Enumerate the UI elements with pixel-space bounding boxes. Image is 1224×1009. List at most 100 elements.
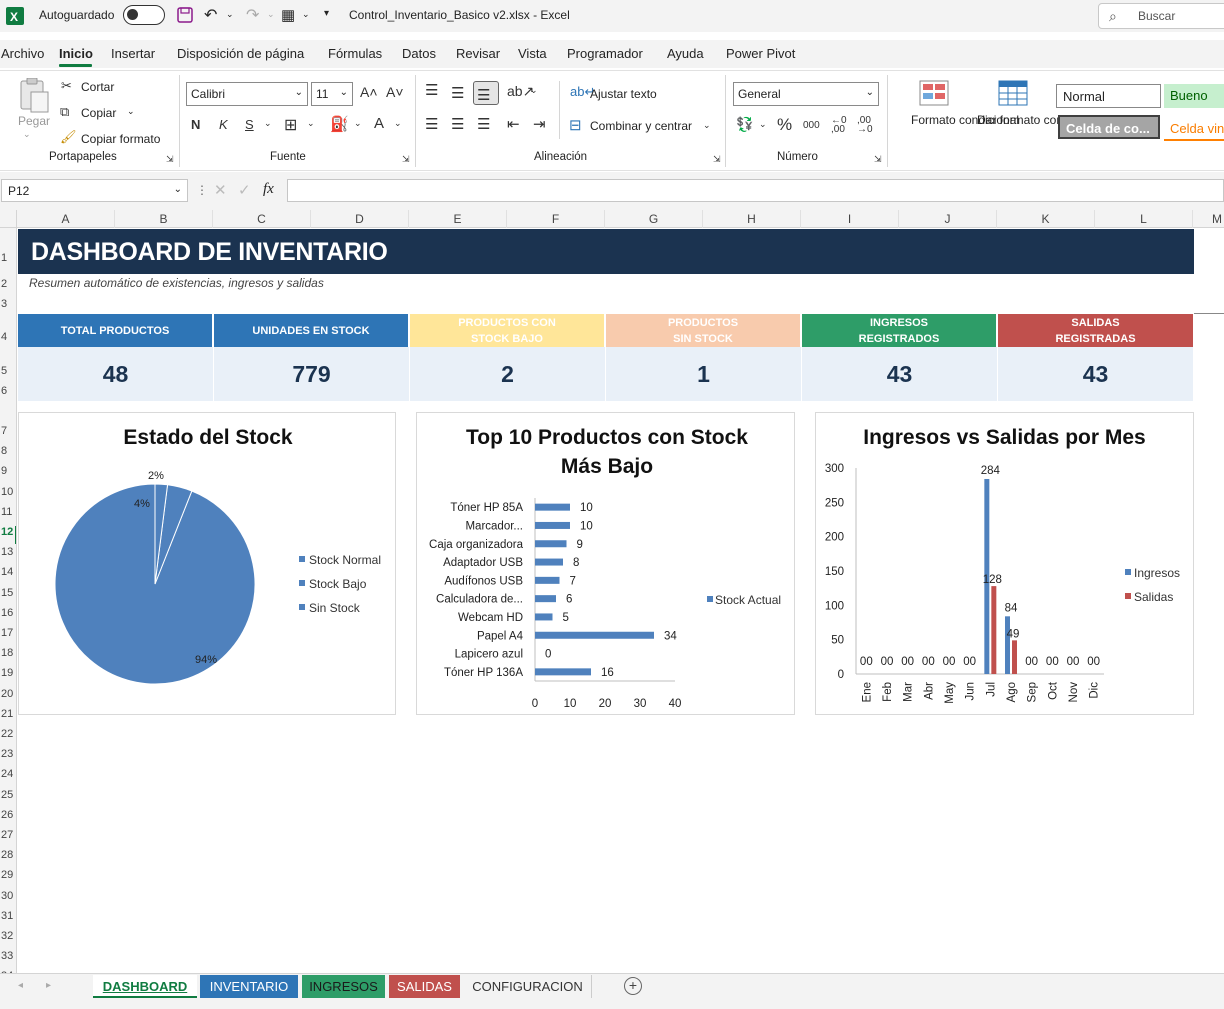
merge-center-icon[interactable]: ⊟ (569, 116, 582, 134)
percent-style-button[interactable]: % (777, 115, 792, 135)
row-header-19[interactable]: 19 (0, 667, 16, 685)
row-header-7[interactable]: 7 (0, 425, 16, 443)
select-all-button[interactable] (0, 210, 17, 228)
style-check-cell[interactable]: Celda de co... (1058, 115, 1160, 139)
undo-dropdown-icon[interactable]: ⌄ (226, 9, 234, 20)
decrease-decimal-icon[interactable]: ,00 →0 (857, 116, 873, 135)
format-as-table-icon[interactable] (998, 80, 1030, 106)
paste-dropdown-icon[interactable]: ⌄ (23, 129, 31, 140)
row-header-9[interactable]: 9 (0, 465, 16, 483)
increase-font-icon[interactable]: A˄ (360, 84, 378, 100)
comma-style-button[interactable]: 000 (803, 120, 820, 131)
decrease-font-icon[interactable]: A˅ (386, 84, 404, 100)
sheet-tab-configuracion[interactable]: CONFIGURACION (464, 975, 592, 998)
accounting-dropdown-icon[interactable]: ⌄ (759, 119, 767, 130)
font-size-combo[interactable]: 11 ⌄ (311, 82, 353, 106)
tab-disposicion[interactable]: Disposición de página (177, 46, 304, 61)
sheet-tab-ingresos[interactable]: INGRESOS (302, 975, 385, 998)
row-header-4[interactable]: 4 (0, 331, 16, 349)
more-icon[interactable]: ⋮ (196, 183, 208, 197)
orientation-dropdown-icon[interactable]: ⌄ (530, 85, 538, 96)
font-color-dropdown-icon[interactable]: ⌄ (394, 118, 402, 129)
accounting-format-icon[interactable]: 💱 (736, 116, 753, 133)
font-launcher-icon[interactable]: ⇲ (402, 154, 410, 165)
enter-icon[interactable]: ✓ (238, 181, 251, 199)
row-header-15[interactable]: 15 (0, 587, 16, 605)
row-header-8[interactable]: 8 (0, 445, 16, 463)
chart-ingresos-salidas[interactable]: Ingresos vs Salidas por Mes 0 50 100 150 200… (815, 412, 1194, 715)
insert-function-button[interactable]: fx (263, 181, 274, 198)
column-d[interactable]: D (311, 210, 409, 228)
row-header-2[interactable]: 2 (0, 278, 16, 296)
row-header-23[interactable]: 23 (0, 748, 16, 766)
column-f[interactable]: F (507, 210, 605, 228)
formula-input[interactable] (287, 179, 1224, 202)
number-format-combo[interactable]: General ⌄ (733, 82, 879, 106)
column-i[interactable]: I (801, 210, 899, 228)
redo-icon[interactable]: ↷ (246, 5, 259, 25)
row-header-21[interactable]: 21 (0, 708, 16, 726)
column-g[interactable]: G (605, 210, 703, 228)
row-header-22[interactable]: 22 (0, 728, 16, 746)
column-b[interactable]: B (115, 210, 213, 228)
merge-dropdown-icon[interactable]: ⌄ (703, 120, 711, 131)
column-m[interactable]: M (1193, 210, 1224, 228)
style-normal[interactable]: Normal (1056, 84, 1161, 108)
alignment-launcher-icon[interactable]: ⇲ (713, 154, 721, 165)
fill-color-icon[interactable]: ⛽ (330, 115, 349, 133)
align-middle-icon[interactable]: ☰ (451, 84, 464, 102)
tab-archivo[interactable]: Archivo (1, 46, 44, 61)
row-header-26[interactable]: 26 (0, 809, 16, 827)
font-name-combo[interactable]: Calibri ⌄ (186, 82, 308, 106)
column-j[interactable]: J (899, 210, 997, 228)
customize-qat-icon[interactable]: ▾ (324, 8, 329, 19)
tab-ayuda[interactable]: Ayuda (667, 46, 704, 61)
column-e[interactable]: E (409, 210, 507, 228)
row-header-10[interactable]: 10 (0, 486, 16, 504)
row-header-6[interactable]: 6 (0, 385, 16, 403)
row-header-5[interactable]: 5 (0, 365, 16, 383)
column-a[interactable]: A (17, 210, 115, 228)
increase-decimal-icon[interactable]: ←0,00 (831, 116, 847, 135)
tab-formulas[interactable]: Fórmulas (328, 46, 382, 61)
tab-programador[interactable]: Programador (567, 46, 643, 61)
row-header-30[interactable]: 30 (0, 890, 16, 908)
table-icon[interactable]: ▦ (281, 6, 295, 24)
tab-revisar[interactable]: Revisar (456, 46, 500, 61)
column-h[interactable]: H (703, 210, 801, 228)
paste-icon[interactable] (18, 78, 50, 114)
format-painter-icon[interactable]: 🖌 (60, 129, 77, 145)
borders-icon[interactable]: ⊞ (284, 115, 297, 135)
column-l[interactable]: L (1095, 210, 1193, 228)
row-header-16[interactable]: 16 (0, 607, 16, 625)
save-icon[interactable] (177, 7, 193, 23)
style-linked-cell[interactable]: Celda vin (1164, 117, 1224, 141)
cancel-icon[interactable]: ✕ (214, 181, 227, 199)
column-c[interactable]: C (213, 210, 311, 228)
sheet-tab-salidas[interactable]: SALIDAS (389, 975, 460, 998)
row-header-1[interactable]: 1 (0, 252, 16, 270)
tab-insertar[interactable]: Insertar (111, 46, 155, 61)
number-launcher-icon[interactable]: ⇲ (874, 154, 882, 165)
row-header-11[interactable]: 11 (0, 506, 16, 524)
sheet-tab-dashboard[interactable]: DASHBOARD (93, 975, 197, 998)
increase-indent-icon[interactable]: ⇥ (533, 115, 546, 133)
tab-inicio[interactable]: Inicio (59, 46, 93, 61)
underline-button[interactable]: S (245, 117, 254, 132)
tab-vista[interactable]: Vista (518, 46, 547, 61)
row-header-14[interactable]: 14 (0, 566, 16, 584)
row-header-24[interactable]: 24 (0, 768, 16, 786)
redo-dropdown-icon[interactable]: ⌄ (267, 9, 275, 20)
style-good[interactable]: Bueno (1164, 84, 1224, 108)
row-header-18[interactable]: 18 (0, 647, 16, 665)
column-k[interactable]: K (997, 210, 1095, 228)
row-header-25[interactable]: 25 (0, 789, 16, 807)
row-header-31[interactable]: 31 (0, 910, 16, 928)
row-header-12[interactable]: 12 (0, 526, 16, 544)
add-sheet-icon[interactable]: + (624, 977, 642, 995)
fill-dropdown-icon[interactable]: ⌄ (354, 118, 362, 129)
undo-icon[interactable]: ↶ (204, 5, 217, 25)
scroll-left-icon[interactable]: ◂ (18, 980, 23, 991)
conditional-format-icon[interactable] (919, 80, 949, 106)
row-header-28[interactable]: 28 (0, 849, 16, 867)
